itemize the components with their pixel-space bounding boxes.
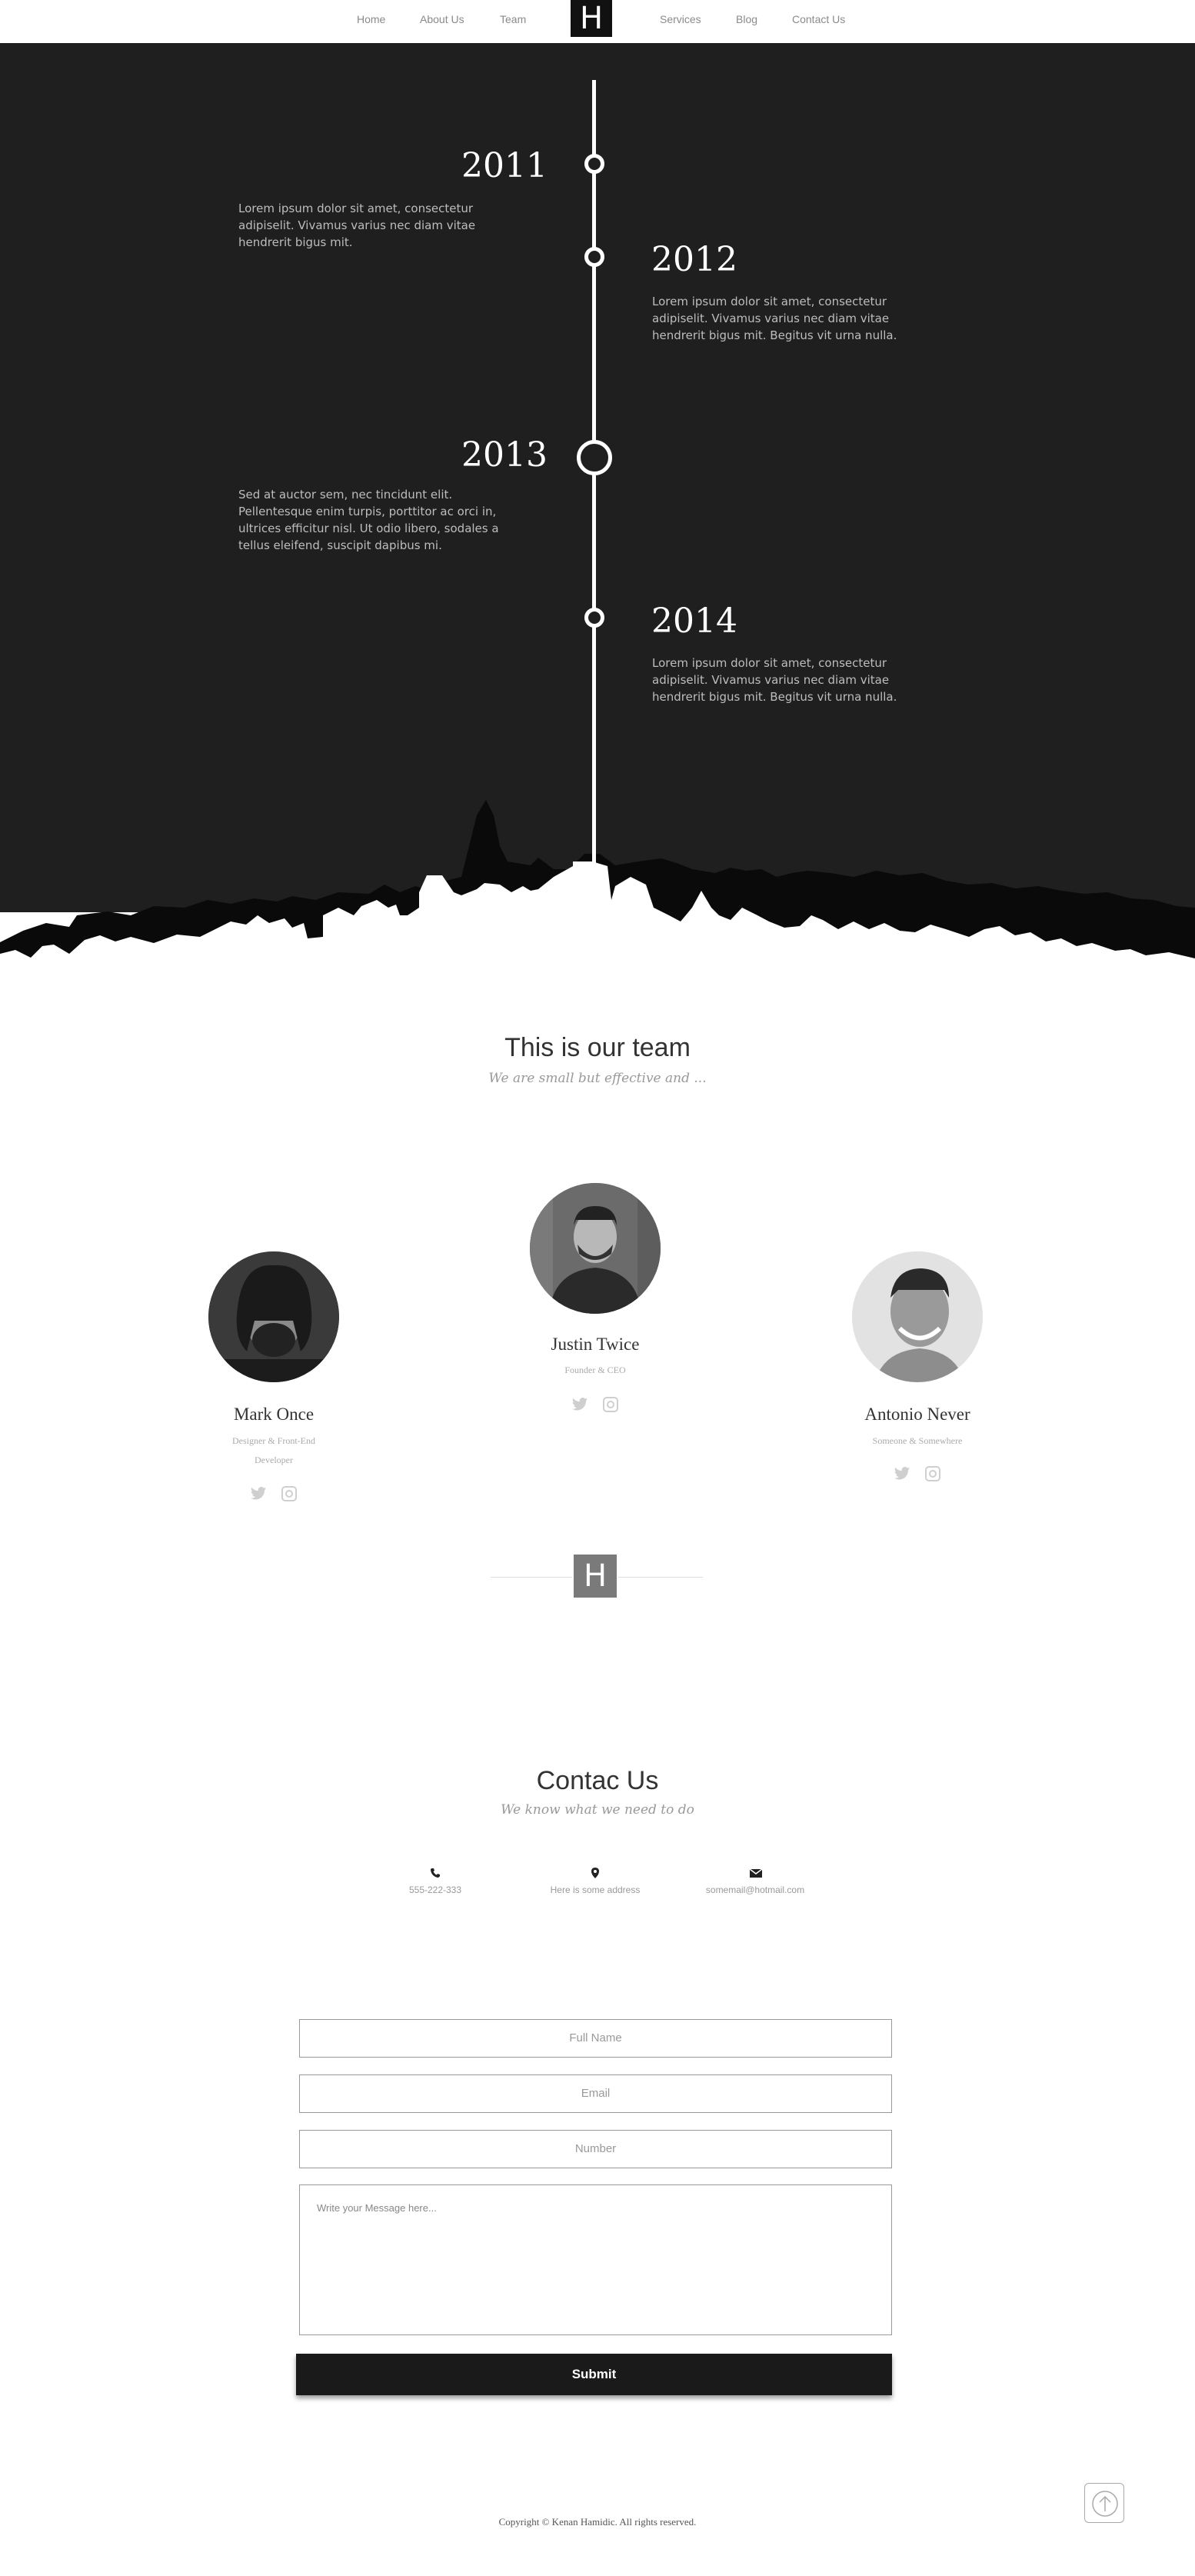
envelope-icon [749, 1868, 763, 1878]
contact-title: Contac Us [536, 1766, 659, 1795]
timeline-text: Sed at auctor sem, nec tincidunt elit. P… [238, 488, 499, 552]
number-field[interactable]: Number [299, 2130, 892, 2168]
nav-blog-link[interactable]: Blog [736, 13, 757, 25]
instagram-icon[interactable] [924, 1466, 941, 1481]
team-title: This is our team [504, 1033, 691, 1062]
timeline-text: Lorem ipsum dolor sit amet, consectetur … [238, 202, 476, 249]
member-social-links [158, 1486, 389, 1501]
avatar [208, 1251, 339, 1382]
scroll-to-top-button[interactable] [1084, 2483, 1124, 2523]
copyright: Copyright © Kenan Hamidic. All rights re… [498, 2516, 697, 2528]
nav-team-link[interactable]: Team [500, 13, 526, 25]
avatar [852, 1251, 983, 1382]
twitter-icon[interactable] [894, 1466, 910, 1481]
twitter-icon[interactable] [571, 1397, 588, 1412]
timeline-year: 2013 [461, 435, 548, 475]
timeline-dot-large [577, 440, 612, 475]
timeline-year: 2014 [651, 602, 737, 641]
team-subtitle: We are small but effective and ... [488, 1071, 707, 1086]
avatar [530, 1183, 661, 1314]
member-role: Founder & CEO [564, 1365, 626, 1375]
nav-about-link[interactable]: About Us [420, 13, 464, 25]
instagram-icon[interactable] [281, 1486, 298, 1501]
contact-email: somemail@hotmail.com [678, 1868, 832, 1897]
divider-line-right [618, 1577, 703, 1578]
member-name: Antonio Never [864, 1405, 970, 1424]
email-field[interactable]: Email [299, 2074, 892, 2113]
contact-address: Here is some address [518, 1868, 672, 1897]
timeline-year: 2011 [461, 146, 548, 185]
member-role: Developer [255, 1455, 293, 1465]
full-name-field[interactable]: Full Name [299, 2019, 892, 2058]
timeline-text: Lorem ipsum dolor sit amet, consectetur … [652, 295, 897, 342]
phone-icon [430, 1868, 441, 1878]
divider-logo: H [574, 1555, 617, 1598]
member-name: Mark Once [233, 1405, 315, 1424]
timeline-dot [584, 154, 604, 174]
timeline-text: Lorem ipsum dolor sit amet, consectetur … [652, 656, 897, 704]
timeline-year: 2012 [651, 240, 737, 279]
nav-services-link[interactable]: Services [660, 13, 701, 25]
twitter-icon[interactable] [250, 1486, 267, 1501]
instagram-icon[interactable] [602, 1397, 619, 1412]
arrow-up-icon [1092, 2491, 1118, 2517]
contact-phone: 555-222-333 [358, 1868, 512, 1897]
top-navigation: Home About Us Team H Services Blog Conta… [0, 0, 1195, 43]
timeline-section: 2011 Lorem ipsum dolor sit amet, consect… [0, 43, 1195, 912]
member-role: Someone & Somewhere [872, 1435, 963, 1446]
contact-subtitle: We know what we need to do [501, 1802, 694, 1818]
timeline-dot [584, 247, 604, 267]
member-name: Justin Twice [551, 1335, 640, 1354]
map-marker-icon [590, 1868, 601, 1878]
member-social-links [480, 1397, 711, 1412]
member-social-links [802, 1466, 1033, 1481]
city-skyline-image [0, 800, 1195, 985]
timeline-dot [584, 608, 604, 628]
member-role: Designer & Front-End [232, 1435, 315, 1446]
message-textarea[interactable]: Write your Message here... [299, 2184, 892, 2335]
logo[interactable]: H [571, 0, 612, 37]
submit-button[interactable]: Submit [296, 2354, 892, 2395]
timeline-line [592, 80, 596, 905]
nav-contact-link[interactable]: Contact Us [792, 13, 845, 25]
nav-home-link[interactable]: Home [357, 13, 385, 25]
divider-line-left [491, 1577, 572, 1578]
